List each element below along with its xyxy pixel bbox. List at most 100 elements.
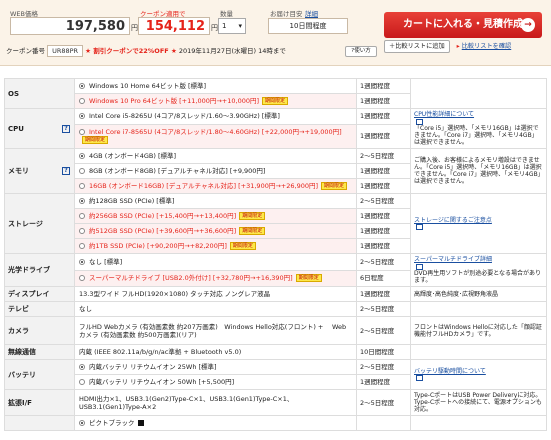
radio-button[interactable]: [79, 228, 85, 234]
delivery-cell: 1週間程度: [356, 163, 411, 179]
note-text: DVD再生用ソフトが別途必要となる場合があります。: [414, 270, 542, 284]
table-row: ディスプレイ 13.3型ワイド フルHD(1920×1080) タッチ対応 ノング…: [4, 286, 547, 302]
table-row: ストレージ 約128GB SSD (PCIe) [標準] 2～5日程度 ストレージに関…: [4, 193, 547, 254]
option-cell[interactable]: Intel Core i7-8565U (4コア/8スレッド/1.80～4.60…: [74, 123, 357, 150]
chevron-down-icon: ▾: [238, 22, 242, 30]
category-label: カメラ: [8, 326, 29, 335]
category-label: テレビ: [8, 305, 29, 313]
table-row: 拡張I/F HDMI出力×1、USB3.1(Gen2)Type-C×1、USB3.…: [4, 389, 547, 416]
help-icon[interactable]: ?: [62, 124, 70, 133]
help-icon[interactable]: ?: [62, 167, 70, 175]
row-category: OS: [4, 78, 75, 109]
table-row: OS Windows 10 Home 64ビット版 [標準] 1週間程度: [4, 78, 547, 109]
radio-button[interactable]: [79, 113, 85, 120]
option-cell[interactable]: なし [標準]: [74, 253, 357, 271]
option-cell[interactable]: 約256GB SSD (PCIe) [+15,400円→+13,400円] 期間限…: [74, 208, 357, 224]
note-cell: 高輝度･高色純度･広視野角液晶: [410, 286, 547, 302]
table-row: 無線通信 内蔵 (IEEE 802.11a/b/g/n/ac準拠 + Blueto…: [4, 344, 547, 360]
option-label: 約512GB SSD (PCIe) [+39,600円→+36,600円]: [89, 227, 237, 235]
delivery-cell: 1週間程度: [356, 108, 411, 125]
compare-row: ＋比較リストに追加 ▸ 比較リストを確認: [384, 40, 542, 54]
radio-button[interactable]: [79, 364, 85, 370]
note-cell: [410, 301, 547, 317]
note-link[interactable]: スーパーマルチドライブ詳細: [414, 256, 543, 263]
compare-view-link[interactable]: 比較リストを確認: [462, 43, 512, 50]
limited-badge: 期間限定: [295, 274, 322, 283]
limited-badge: 期間限定: [229, 242, 256, 250]
category-label: ディスプレイ: [8, 290, 50, 298]
radio-button[interactable]: [79, 153, 85, 159]
delivery-detail-link[interactable]: 詳細: [305, 8, 318, 18]
howto-button[interactable]: ?使い方: [345, 46, 377, 57]
radio-button[interactable]: [79, 98, 85, 104]
option-label: 16GB (オンボード16GB) [デュアルチャネル対応] [+31,900円→…: [89, 182, 319, 190]
note-link[interactable]: バッテリ駆動時間について: [414, 368, 543, 375]
delivery-cell: 2～5日程度: [356, 389, 411, 416]
radio-button[interactable]: [79, 198, 85, 204]
radio-button[interactable]: [79, 83, 85, 89]
option-cell[interactable]: 4GB (オンボード4GB) [標準]: [74, 148, 357, 164]
option-label: 4GB (オンボード4GB) [標準]: [89, 152, 177, 160]
row-category: ストレージ: [4, 193, 75, 254]
option-label: Intel Core i5-8265U (4コア/8スレッド/1.60～3.90…: [89, 112, 280, 121]
arrow-right-icon: →: [521, 18, 535, 32]
row-category: ディスプレイ: [4, 286, 75, 302]
option-cell[interactable]: 内蔵バッテリ リチウムイオン 25Wh [標準]: [74, 359, 357, 375]
row-category: 拡張I/F: [4, 389, 75, 416]
option-cell[interactable]: Windows 10 Pro 64ビット版 [+11,000円→+10,000円…: [74, 93, 357, 109]
option-cell[interactable]: Intel Core i5-8265U (4コア/8スレッド/1.60～3.90…: [74, 108, 357, 125]
delivery-cell: [356, 415, 411, 431]
radio-button[interactable]: [79, 420, 85, 426]
delivery-cell: 1週間程度: [356, 238, 411, 254]
row-category: [4, 415, 75, 431]
coupon-row: クーポン番号 UR88PR ★ 割引クーポンで22%OFF ★ 2019年11月…: [6, 44, 378, 58]
note-cell: [410, 78, 547, 109]
option-cell[interactable]: スーパーマルチドライブ [USB2.0外付け] [+32,780円→+16,39…: [74, 269, 357, 287]
table-row: バッテリ 内蔵バッテリ リチウムイオン 25Wh [標準] 2～5日程度 バッテリ駆動…: [4, 359, 547, 390]
option-label: 内蔵バッテリ リチウムイオン 25Wh [標準]: [89, 363, 217, 371]
radio-button[interactable]: [79, 258, 85, 265]
category-label: CPU: [8, 124, 24, 133]
option-cell[interactable]: 8GB (オンボード8GB) [デュアルチャネル対応] [+9,900円]: [74, 163, 357, 179]
option-cell[interactable]: Windows 10 Home 64ビット版 [標準]: [74, 78, 357, 94]
add-to-cart-button[interactable]: カートに入れる・見積作成 →: [384, 12, 542, 38]
delivery-cell: 2～5日程度: [356, 253, 411, 271]
radio-button[interactable]: [79, 213, 85, 219]
note-cell: スーパーマルチドライブ詳細 DVD再生用ソフトが別途必要となる場合があります。: [410, 253, 547, 287]
radio-button[interactable]: [79, 183, 85, 189]
delivery-cell: 1週間程度: [356, 374, 411, 390]
note-cell: CPU性能詳細について 「Core i5」選択時、「メモリ16GB」は選択できませ…: [410, 108, 547, 149]
spec-value: フルHD Webカメラ (有効画素数 約207万画素) Windows Hell…: [74, 316, 357, 345]
note-text: 高輝度･高色純度･広視野角液晶: [414, 290, 499, 298]
arrow-icon: ▸: [456, 43, 460, 50]
color-swatch: [137, 420, 144, 426]
option-cell[interactable]: 16GB (オンボード16GB) [デュアルチャネル対応] [+31,900円→…: [74, 178, 357, 194]
radio-button[interactable]: [79, 379, 85, 385]
delivery-cell: 1週間程度: [356, 123, 411, 150]
option-label: 内蔵バッテリ リチウムイオン 50Wh [+5,500円]: [89, 378, 235, 386]
option-cell[interactable]: ピクトブラック: [74, 415, 357, 431]
table-row: 光学ドライブ なし [標準] 2～5日程度 スーパーマルチドライブ詳細 DVD再生用ソフ…: [4, 253, 547, 287]
category-label: メモリ: [8, 167, 29, 175]
quantity-select[interactable]: 1 ▾: [218, 18, 246, 34]
note-cell: [410, 344, 547, 360]
note-link[interactable]: ストレージに関するご注意点: [414, 217, 543, 224]
compare-add-button[interactable]: ＋比較リストに追加: [384, 40, 450, 53]
option-cell[interactable]: 約128GB SSD (PCIe) [標準]: [74, 193, 357, 209]
option-label: 約256GB SSD (PCIe) [+15,400円→+13,400円]: [89, 212, 237, 220]
coupon-price-yen: 円: [211, 24, 218, 32]
qty-label: 数量: [220, 10, 233, 18]
option-cell[interactable]: 約512GB SSD (PCIe) [+39,600円→+36,600円] 期間限…: [74, 223, 357, 239]
option-cell[interactable]: 内蔵バッテリ リチウムイオン 50Wh [+5,500円]: [74, 374, 357, 390]
note-link[interactable]: CPU性能詳細について: [414, 111, 543, 118]
note-cell: [410, 415, 547, 431]
radio-button[interactable]: [79, 275, 85, 282]
delivery-estimate: 10日間程度: [268, 18, 348, 34]
option-label: Windows 10 Pro 64ビット版 [+11,000円→+10,000円…: [89, 97, 260, 105]
radio-button[interactable]: [79, 243, 85, 249]
option-cell[interactable]: 約1TB SSD (PCIe) [+90,200円→+82,200円] 期間限定: [74, 238, 357, 254]
radio-button[interactable]: [79, 129, 85, 136]
row-category: メモリ?: [4, 148, 75, 194]
radio-button[interactable]: [79, 168, 85, 174]
spec-value: 13.3型ワイド フルHD(1920×1080) タッチ対応 ノングレア液晶: [74, 286, 357, 302]
